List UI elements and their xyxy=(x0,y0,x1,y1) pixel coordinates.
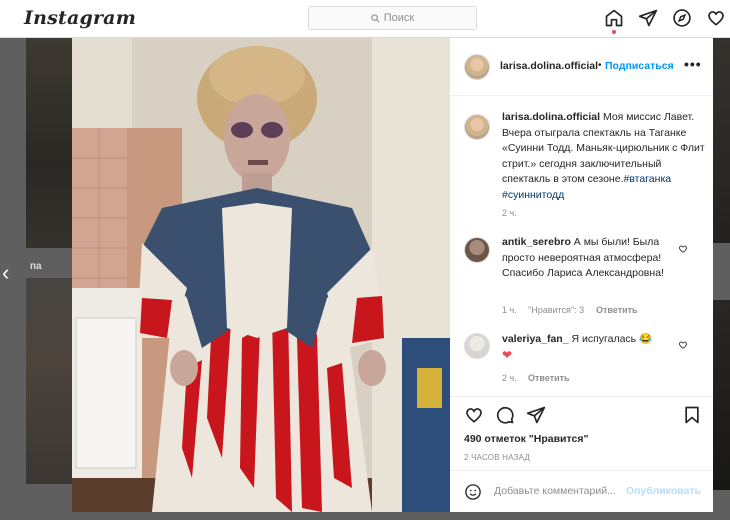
home-icon[interactable] xyxy=(604,8,624,28)
activity-icon[interactable] xyxy=(706,8,726,28)
hashtag-link[interactable]: #суиннитодд xyxy=(502,189,564,201)
comment-body: Я испугалась 😂 xyxy=(568,333,653,345)
follow-button[interactable]: Подписаться xyxy=(605,60,674,72)
search-icon xyxy=(371,13,380,22)
comment-input[interactable]: Добавьте комментарий... xyxy=(494,485,616,497)
like-icon[interactable] xyxy=(464,405,484,425)
comment-avatar[interactable] xyxy=(464,237,490,263)
comment-avatar[interactable] xyxy=(464,333,490,359)
search-placeholder: Поиск xyxy=(383,12,415,24)
comment-icon[interactable] xyxy=(495,405,515,425)
avatar[interactable] xyxy=(464,54,490,80)
previous-post-arrow-icon[interactable]: ‹ xyxy=(2,262,9,284)
likes-count[interactable]: 490 отметок "Нравится" xyxy=(464,433,588,445)
post-username[interactable]: larisa.dolina.official xyxy=(500,60,598,72)
comment-likes-count[interactable]: "Нравится": 3 xyxy=(528,305,584,315)
post-image xyxy=(72,38,450,512)
add-comment-bar: Добавьте комментарий... Опубликовать xyxy=(450,470,713,512)
comment-time[interactable]: 1 ч. xyxy=(502,305,517,315)
feed-username: па xyxy=(30,261,42,272)
reply-button[interactable]: Ответить xyxy=(528,373,570,383)
explore-icon[interactable] xyxy=(672,8,692,28)
post-side-panel: larisa.dolina.official • Подписаться •••… xyxy=(450,38,713,512)
direct-icon[interactable] xyxy=(638,8,658,28)
instagram-logo[interactable]: Instagram xyxy=(24,7,136,29)
caption-avatar[interactable] xyxy=(464,114,490,140)
top-nav: Instagram Поиск xyxy=(0,0,730,38)
notification-dot xyxy=(612,30,616,34)
caption-username[interactable]: larisa.dolina.official xyxy=(502,111,600,123)
comment-text: antik_serebro А мы были! Была просто нев… xyxy=(502,235,677,282)
comment-like-icon[interactable] xyxy=(678,340,688,350)
separator-dot: • xyxy=(598,60,602,71)
comment-username[interactable]: valeriya_fan_ xyxy=(502,333,569,345)
comment-like-icon[interactable] xyxy=(678,244,688,254)
save-icon[interactable] xyxy=(682,405,702,425)
hashtag-link[interactable]: #втаганка xyxy=(623,173,671,185)
search-input[interactable]: Поиск xyxy=(308,6,477,30)
reply-button[interactable]: Ответить xyxy=(596,305,638,315)
publish-button[interactable]: Опубликовать xyxy=(626,485,701,497)
post-header: larisa.dolina.official • Подписаться ••• xyxy=(450,38,713,96)
posted-ago[interactable]: 2 ЧАСОВ НАЗАД xyxy=(464,453,530,462)
share-icon[interactable] xyxy=(526,405,546,425)
more-options-icon[interactable]: ••• xyxy=(684,56,702,72)
comment-username[interactable]: antik_serebro xyxy=(502,236,571,248)
heart-emoji: ❤ xyxy=(502,347,513,362)
post-photo[interactable] xyxy=(72,38,450,512)
comment-time[interactable]: 2 ч. xyxy=(502,373,517,383)
post-caption: larisa.dolina.official Моя миссис Лавет.… xyxy=(502,110,707,204)
caption-time[interactable]: 2 ч. xyxy=(502,208,517,218)
comment-text: valeriya_fan_ Я испугалась 😂 ❤ xyxy=(502,332,677,364)
emoji-icon[interactable] xyxy=(464,483,482,501)
